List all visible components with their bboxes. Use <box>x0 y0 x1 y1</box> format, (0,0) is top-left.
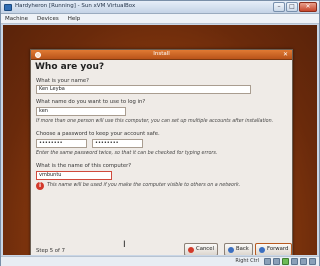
username-input[interactable]: ken <box>36 107 126 116</box>
installer-title: Install <box>153 51 170 57</box>
host-key-label: Right Ctrl <box>235 258 259 264</box>
forward-arrow-icon <box>259 246 265 253</box>
status-bar: Right Ctrl <box>1 256 319 266</box>
password-confirm-input[interactable]: •••••••• <box>92 139 143 148</box>
back-button[interactable]: Back <box>224 243 253 255</box>
installer-titlebar[interactable]: Install ✕ <box>31 50 292 60</box>
step-indicator: Step 5 of 7 <box>36 248 65 254</box>
usb-icon[interactable] <box>291 258 298 265</box>
virtualbox-window: Hardyheron [Running] - Sun xVM VirtualBo… <box>0 0 320 266</box>
computer-name-hint: This name will be used if you make the c… <box>47 183 241 188</box>
menu-help[interactable]: Help <box>68 14 81 23</box>
menu-devices[interactable]: Devices <box>37 14 59 23</box>
close-button[interactable]: ✕ <box>299 2 317 12</box>
back-label: Back <box>236 246 249 252</box>
login-label: What name do you want to use to log in? <box>36 99 146 105</box>
back-arrow-icon <box>228 246 234 253</box>
computer-name-input[interactable]: vmbuntu <box>36 171 112 180</box>
minimize-button[interactable]: – <box>273 2 285 12</box>
window-titlebar[interactable]: Hardyheron [Running] - Sun xVM VirtualBo… <box>1 1 319 14</box>
computer-name-label: What is the name of this computer? <box>36 163 132 169</box>
name-label: What is your name? <box>36 78 89 84</box>
password-input[interactable]: •••••••• <box>36 139 87 148</box>
mouse-integration-icon[interactable] <box>309 258 316 265</box>
info-icon: i <box>36 182 44 190</box>
cd-icon[interactable] <box>273 258 280 265</box>
menu-machine[interactable]: Machine <box>5 14 28 23</box>
network-icon[interactable] <box>282 258 289 265</box>
text-cursor-icon: I <box>123 240 126 250</box>
shared-folders-icon[interactable] <box>300 258 307 265</box>
guest-screen[interactable]: Install ✕ Who are you? What is your name… <box>3 25 317 255</box>
password-label: Choose a password to keep your account s… <box>36 131 160 137</box>
menubar: Machine Devices Help <box>1 14 319 24</box>
password-hint: Enter the same password twice, so that i… <box>36 151 218 156</box>
virtualbox-icon <box>4 4 12 11</box>
installer-dialog: Install ✕ Who are you? What is your name… <box>30 49 293 255</box>
window-controls: – □ ✕ <box>273 2 317 13</box>
installer-close-icon[interactable]: ✕ <box>282 51 289 58</box>
page-title: Who are you? <box>35 62 105 72</box>
cancel-button[interactable]: Cancel <box>184 243 218 255</box>
cancel-icon <box>188 246 194 253</box>
hard-disk-icon[interactable] <box>264 258 271 265</box>
login-hint: If more than one person will use this co… <box>36 119 274 124</box>
maximize-button[interactable]: □ <box>286 2 298 12</box>
forward-button[interactable]: Forward <box>255 243 293 255</box>
cancel-label: Cancel <box>196 246 214 252</box>
full-name-input[interactable]: Ken Leyba <box>36 85 251 94</box>
window-title: Hardyheron [Running] - Sun xVM VirtualBo… <box>15 3 136 9</box>
device-indicators <box>264 258 316 265</box>
forward-label: Forward <box>267 246 289 252</box>
